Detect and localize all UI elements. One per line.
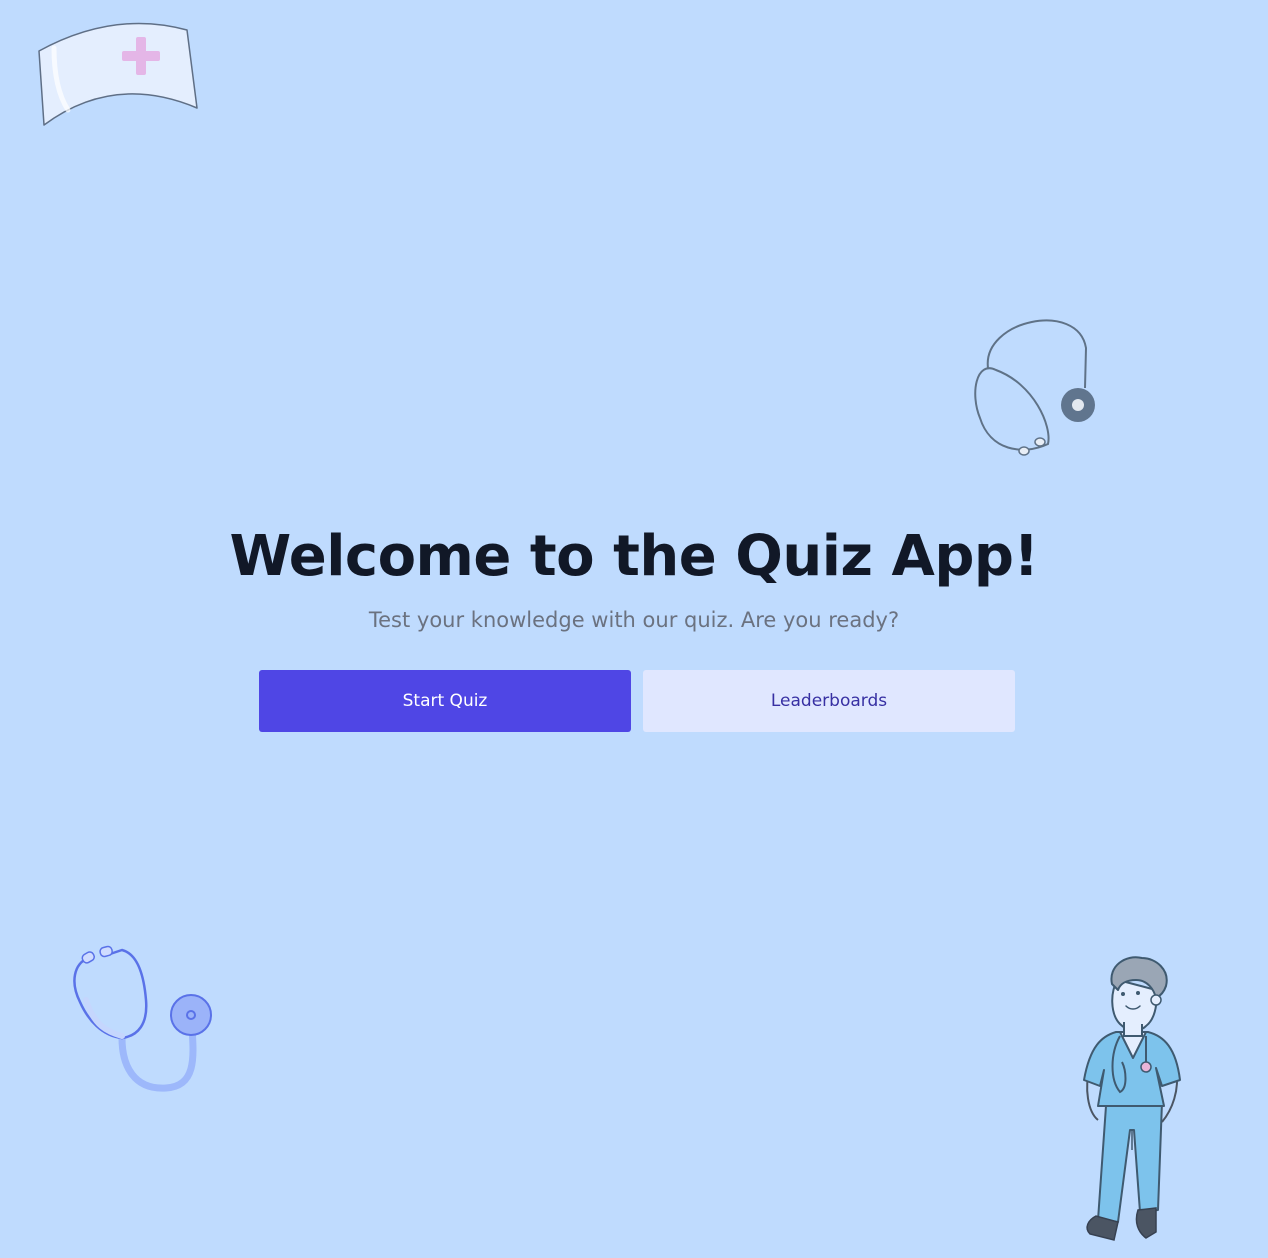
nurse-cap-icon	[38, 22, 198, 126]
page-title: Welcome to the Quiz App!	[229, 524, 1039, 589]
hero: Welcome to the Quiz App! Test your knowl…	[0, 518, 1268, 634]
page-subtitle: Test your knowledge with our quiz. Are y…	[368, 608, 900, 632]
doctor-illustration	[1083, 956, 1181, 1241]
start-quiz-button[interactable]: Start Quiz	[259, 670, 631, 732]
action-buttons: Start Quiz Leaderboards	[259, 670, 1015, 732]
leaderboards-button[interactable]: Leaderboards	[643, 670, 1015, 732]
stethoscope-icon	[974, 319, 1095, 456]
stethoscope-icon	[73, 945, 212, 1092]
